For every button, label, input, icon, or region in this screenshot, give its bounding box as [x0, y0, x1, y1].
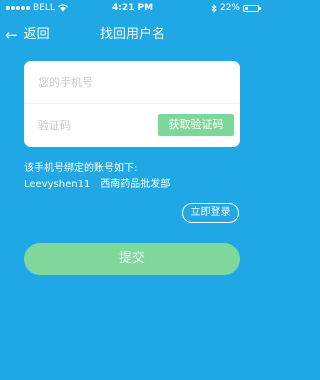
get-code-button[interactable]: 获取验证码 — [158, 114, 234, 136]
account-username: Leevyshen11 — [24, 179, 91, 190]
code-placeholder: 验证码 — [38, 119, 71, 132]
battery-percent: 22% — [219, 3, 240, 13]
nav-bar: ← 返回 找回用户名 — [0, 22, 265, 48]
status-bar: BELL 4:21 PM 22% — [0, 0, 265, 16]
login-now-button[interactable]: 立即登录 — [182, 203, 239, 223]
account-company: 西南药品批发部 — [100, 179, 171, 190]
battery-icon — [243, 4, 261, 12]
bound-accounts-text: 该手机号绑定的账号如下: — [24, 163, 138, 174]
page-title: 找回用户名 — [99, 27, 165, 42]
status-right: 22% — [211, 0, 261, 16]
form-card: 您的手机号 验证码 获取验证码 — [24, 61, 240, 147]
bluetooth-icon — [211, 3, 217, 13]
phone-input[interactable]: 您的手机号 — [24, 61, 240, 104]
account-info: 该手机号绑定的账号如下: Leevyshen11 西南药品批发部 — [24, 161, 170, 193]
phone-placeholder: 您的手机号 — [38, 76, 93, 89]
account-row: Leevyshen11 西南药品批发部 — [24, 177, 170, 193]
submit-button[interactable]: 提交 — [24, 243, 240, 275]
